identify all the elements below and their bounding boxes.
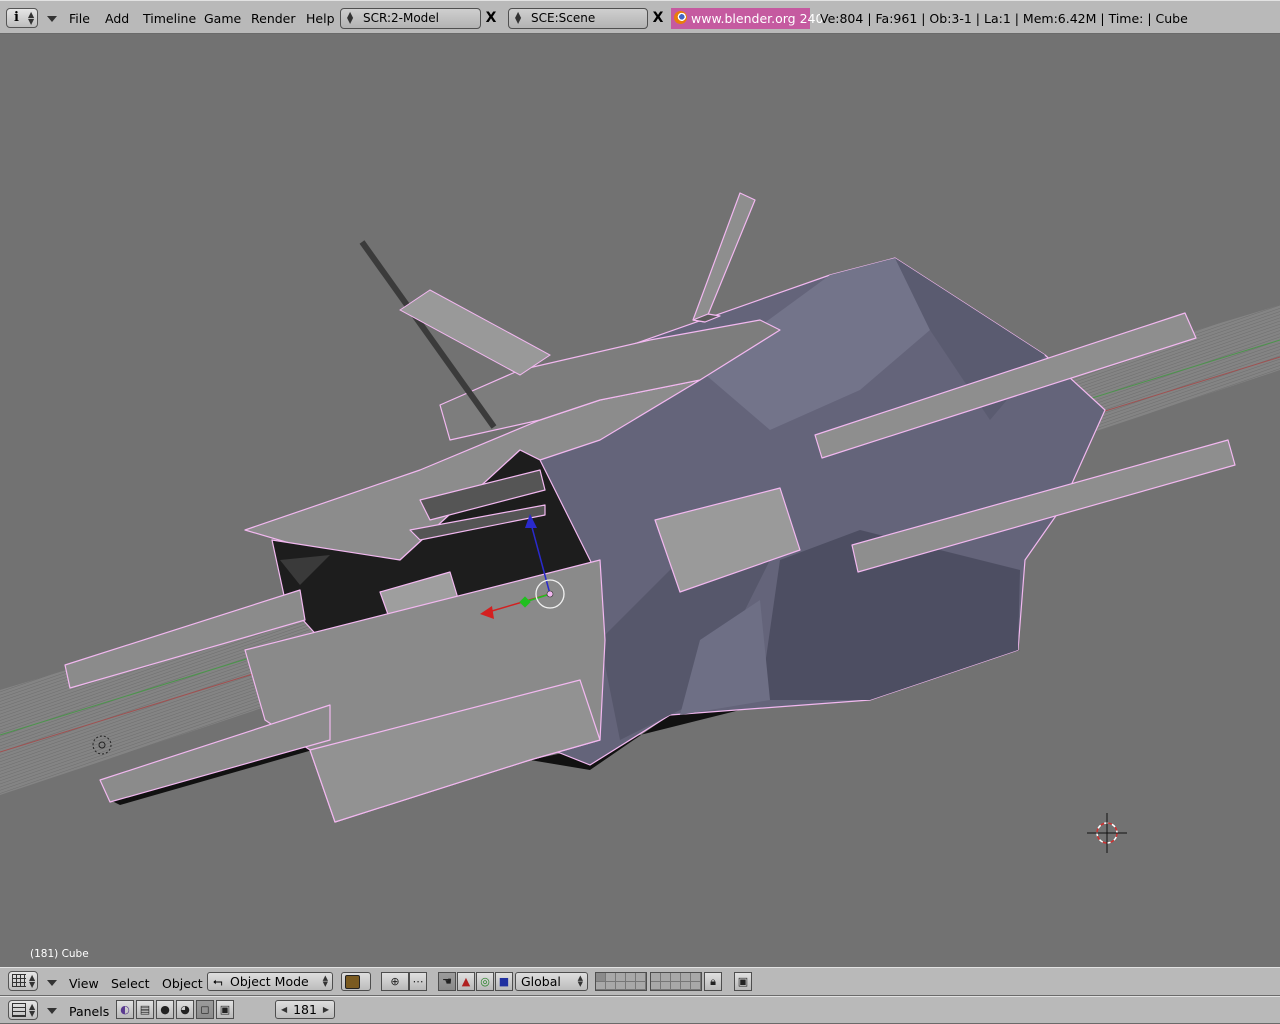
script-icon: ▤	[139, 1003, 151, 1016]
orientation-label: Global	[521, 974, 561, 989]
layer-buttons-b[interactable]	[650, 972, 702, 991]
3d-viewport[interactable]: (181) Cube	[0, 34, 1280, 967]
frame-number-field[interactable]: ◀ 181 ▶	[275, 1000, 335, 1019]
collapse-menus-icon[interactable]	[47, 980, 57, 986]
pivot-dropdown[interactable]: ⊕	[381, 972, 409, 991]
3d-view-header: ▲ ▼ View Select Object ⮢ Object Mode ▲ ▼ ⊕…	[0, 967, 1280, 996]
editor-type-button[interactable]: ▲ ▼	[8, 1000, 38, 1020]
scale-icon: ■	[498, 975, 510, 988]
buttons-window-icon	[12, 1003, 26, 1017]
menu-select[interactable]: Select	[111, 976, 150, 991]
menu-view[interactable]: View	[69, 976, 99, 991]
frame-number: 181	[293, 1002, 317, 1017]
snap-button[interactable]: ⋯	[409, 972, 427, 991]
translate-icon: ▲	[461, 975, 471, 988]
layer-buttons-a[interactable]	[595, 972, 647, 991]
updown-arrows-icon: ▲ ▼	[577, 974, 583, 988]
snap-icon: ⋯	[412, 975, 424, 988]
render-icon: ▣	[737, 975, 749, 988]
layer-lock-button[interactable]: 🔒︎	[704, 972, 722, 991]
rotate-icon: ◎	[480, 975, 490, 988]
delete-scene-button[interactable]: X	[648, 8, 668, 29]
info-header: i ▲ ▼ File Add Timeline Game Render Help …	[0, 0, 1280, 34]
lock-icon: 🔒︎	[710, 975, 716, 988]
menu-render[interactable]: Render	[251, 11, 296, 26]
3d-cursor-icon	[1087, 813, 1127, 853]
website-label: www.blender.org 240	[691, 11, 824, 26]
render-preview-button[interactable]: ▣	[734, 972, 752, 991]
object-icon: ◕	[180, 1003, 190, 1016]
menu-object[interactable]: Object	[162, 976, 203, 991]
panels-label: Panels	[69, 1004, 110, 1019]
logic-icon: ◐	[120, 1003, 130, 1016]
collapse-menus-icon[interactable]	[47, 16, 57, 22]
scene-context-button[interactable]: ▣	[216, 1000, 234, 1019]
editor-type-button[interactable]: ▲ ▼	[8, 971, 38, 991]
orientation-dropdown[interactable]: Global ▲ ▼	[515, 972, 588, 991]
updown-arrows-icon: ▲ ▼	[29, 1002, 36, 1018]
object-mode-icon: ⮢	[213, 974, 223, 988]
updown-arrows-icon: ▲ ▼	[347, 10, 354, 25]
menu-timeline[interactable]: Timeline	[143, 11, 196, 26]
updown-arrows-icon: ▲ ▼	[322, 974, 328, 988]
script-context-button[interactable]: ▤	[136, 1000, 154, 1019]
screen-name: SCR:2-Model	[363, 11, 440, 25]
manipulator-toggle[interactable]: ☚	[438, 972, 456, 991]
menu-file[interactable]: File	[69, 11, 90, 26]
updown-arrows-icon: ▲ ▼	[515, 10, 522, 25]
editor-type-button[interactable]: i ▲ ▼	[6, 8, 38, 28]
scene-stats: Ve:804 | Fa:961 | Ob:3-1 | La:1 | Mem:6.…	[820, 11, 1188, 26]
menu-add[interactable]: Add	[105, 11, 129, 26]
draw-type-icon	[345, 975, 360, 989]
scene-render	[0, 192, 1280, 853]
shading-icon: ●	[160, 1003, 170, 1016]
menu-help[interactable]: Help	[306, 11, 335, 26]
collapse-menus-icon[interactable]	[47, 1008, 57, 1014]
object-context-button[interactable]: ◕	[176, 1000, 194, 1019]
mode-label: Object Mode	[230, 974, 309, 989]
draw-type-dropdown[interactable]	[341, 972, 371, 991]
editing-icon: ◻	[200, 1003, 210, 1016]
updown-arrows-icon: ▲ ▼	[29, 973, 36, 989]
editing-context-button[interactable]: ◻	[196, 1000, 214, 1019]
increment-arrow-icon[interactable]: ▶	[323, 1001, 329, 1018]
translate-manipulator-button[interactable]: ▲	[457, 972, 475, 991]
scene-icon: ▣	[219, 1003, 231, 1016]
logic-context-button[interactable]: ◐	[116, 1000, 134, 1019]
info-icon: i	[14, 10, 19, 25]
screen-selector[interactable]: ▲ ▼ SCR:2-Model	[340, 8, 481, 29]
model-body	[64, 192, 1236, 823]
blender-logo-icon	[674, 11, 687, 24]
mode-dropdown[interactable]: ⮢ Object Mode ▲ ▼	[207, 972, 333, 991]
shading-context-button[interactable]: ●	[156, 1000, 174, 1019]
active-object-label: (181) Cube	[30, 948, 89, 960]
delete-screen-button[interactable]: X	[481, 8, 501, 29]
rotate-manipulator-button[interactable]: ◎	[476, 972, 494, 991]
scene-name: SCE:Scene	[531, 11, 596, 25]
hand-icon: ☚	[442, 975, 452, 988]
menu-game[interactable]: Game	[204, 11, 241, 26]
updown-arrows-icon: ▲ ▼	[28, 10, 35, 26]
buttons-window-header: ▲ ▼ Panels ◐ ▤ ● ◕ ◻ ▣ ◀ 181 ▶	[0, 996, 1280, 1024]
website-link[interactable]: www.blender.org 240	[671, 8, 823, 29]
decrement-arrow-icon[interactable]: ◀	[281, 1001, 287, 1018]
view3d-icon	[12, 974, 26, 987]
scale-manipulator-button[interactable]: ■	[495, 972, 513, 991]
scene-selector[interactable]: ▲ ▼ SCE:Scene	[508, 8, 648, 29]
pivot-icon: ⊕	[390, 975, 400, 988]
